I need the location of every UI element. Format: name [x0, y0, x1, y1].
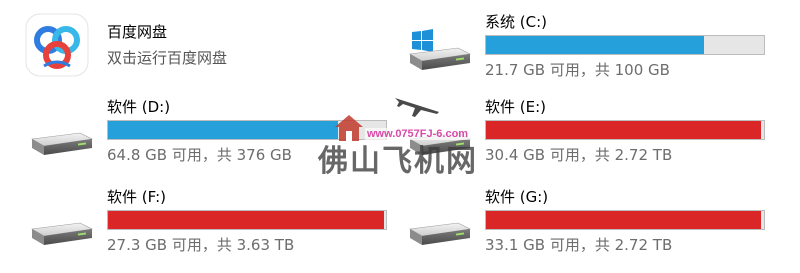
baidu-netdisk-tile[interactable]: 百度网盘 双击运行百度网盘 [22, 10, 402, 80]
drive-c-name: 系统 (C:) [485, 13, 547, 31]
drive-c-usage-fill [486, 36, 704, 54]
drive-e-name: 软件 (E:) [485, 98, 547, 116]
hard-drive-icon [22, 95, 102, 165]
drive-g-free-text: 33.1 GB 可用，共 2.72 TB [485, 236, 673, 254]
hard-drive-icon [400, 185, 480, 255]
drive-g-usage-fill [486, 211, 761, 229]
drive-f-usage-bar [107, 210, 387, 230]
drive-f-name: 软件 (F:) [107, 188, 166, 206]
drive-g-name: 软件 (G:) [485, 188, 549, 206]
drive-f-usage-fill [108, 211, 385, 229]
app-name: 百度网盘 [107, 23, 168, 41]
drive-f-free-text: 27.3 GB 可用，共 3.63 TB [107, 236, 295, 254]
drive-c-usage-bar [485, 35, 765, 55]
drive-e-usage-fill [486, 121, 761, 139]
drive-d-name: 软件 (D:) [107, 98, 171, 116]
airplane-watermark-icon [395, 98, 439, 117]
watermark-text: 佛山飞机网 [318, 144, 478, 179]
drive-d-usage-fill [108, 121, 339, 139]
drive-e-usage-bar [485, 120, 765, 140]
baidu-netdisk-icon [22, 10, 102, 80]
drive-e-free-text: 30.4 GB 可用，共 2.72 TB [485, 146, 673, 164]
drive-g-usage-bar [485, 210, 765, 230]
drive-c-free-text: 21.7 GB 可用，共 100 GB [485, 61, 670, 79]
windows-system-drive-icon [400, 10, 480, 80]
drive-c-tile[interactable]: 系统 (C:) 21.7 GB 可用，共 100 GB [400, 10, 780, 80]
drive-g-tile[interactable]: 软件 (G:) 33.1 GB 可用，共 2.72 TB [400, 185, 780, 255]
drive-d-free-text: 64.8 GB 可用，共 376 GB [107, 146, 292, 164]
drive-f-tile[interactable]: 软件 (F:) 27.3 GB 可用，共 3.63 TB [22, 185, 402, 255]
hard-drive-icon [22, 185, 102, 255]
app-subtitle: 双击运行百度网盘 [107, 49, 228, 67]
